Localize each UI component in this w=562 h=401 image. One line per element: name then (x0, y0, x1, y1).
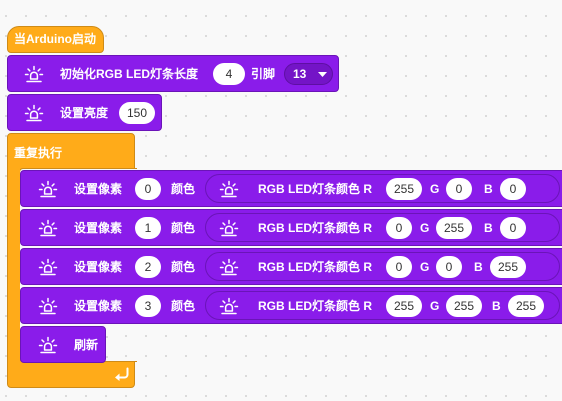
light-bulb-icon (35, 293, 61, 319)
light-bulb-icon (35, 332, 61, 358)
light-bulb-icon (35, 254, 61, 280)
set-pixel-label: 设置像素 (74, 260, 123, 274)
blue-input[interactable]: 255 (508, 295, 544, 317)
green-label: G (420, 260, 430, 274)
rgb-color-reporter[interactable]: RGB LED灯条颜色 R 255 G 0 B 0 (205, 174, 560, 203)
green-input[interactable]: 0 (436, 256, 462, 278)
rgb-label: RGB LED灯条颜色 R (258, 299, 373, 313)
green-label: G (430, 182, 440, 196)
init-rgb-led-strip-block[interactable]: 初始化RGB LED灯条长度 4 引脚 13 (7, 55, 339, 92)
red-input[interactable]: 0 (386, 256, 412, 278)
hat-block-label: 当Arduino启动 (14, 32, 96, 46)
set-pixel-color-block[interactable]: 设置像素 0 颜色 RGB LED灯条颜色 R 255 G 0 B 0 (20, 170, 562, 207)
light-bulb-icon (21, 100, 47, 126)
pin-value: 13 (293, 67, 307, 81)
pin-dropdown[interactable]: 13 (284, 63, 333, 85)
blue-input[interactable]: 0 (500, 178, 526, 200)
light-bulb-icon (35, 215, 61, 241)
rgb-label: RGB LED灯条颜色 R (258, 260, 373, 274)
set-pixel-color-block[interactable]: 设置像素 2 颜色 RGB LED灯条颜色 R 0 G 0 B 255 (20, 248, 562, 285)
light-bulb-icon (216, 293, 242, 319)
strip-length-input[interactable]: 4 (213, 63, 245, 85)
blue-label: B (484, 182, 493, 196)
green-input[interactable]: 255 (446, 295, 482, 317)
color-label: 颜色 (171, 182, 196, 196)
pixel-index-input[interactable]: 0 (135, 178, 161, 200)
green-input[interactable]: 0 (446, 178, 472, 200)
color-label: 颜色 (171, 260, 196, 274)
green-label: G (420, 221, 430, 235)
set-pixel-label: 设置像素 (74, 299, 123, 313)
loop-arrow-icon (115, 367, 129, 381)
blue-label: B (474, 260, 483, 274)
init-block-label: 初始化RGB LED灯条长度 (60, 67, 199, 81)
triangle-down-icon (318, 72, 327, 77)
refresh-block[interactable]: 刷新 (20, 326, 106, 363)
color-label: 颜色 (171, 299, 196, 313)
light-bulb-icon (216, 254, 242, 280)
blue-input[interactable]: 255 (490, 256, 526, 278)
green-label: G (430, 299, 440, 313)
set-pixel-label: 设置像素 (74, 182, 123, 196)
blue-input[interactable]: 0 (500, 217, 526, 239)
color-label: 颜色 (171, 221, 196, 235)
set-pixel-label: 设置像素 (74, 221, 123, 235)
rgb-label: RGB LED灯条颜色 R (258, 182, 373, 196)
red-input[interactable]: 255 (386, 178, 422, 200)
red-input[interactable]: 0 (386, 217, 412, 239)
light-bulb-icon (35, 176, 61, 202)
rgb-color-reporter[interactable]: RGB LED灯条颜色 R 0 G 255 B 0 (205, 213, 560, 242)
set-brightness-block[interactable]: 设置亮度 150 (7, 94, 162, 131)
light-bulb-icon (216, 176, 242, 202)
pixel-index-input[interactable]: 2 (135, 256, 161, 278)
light-bulb-icon (216, 215, 242, 241)
blue-label: B (484, 221, 493, 235)
when-arduino-starts-hat-block[interactable]: 当Arduino启动 (7, 26, 104, 53)
green-input[interactable]: 255 (436, 217, 472, 239)
pixel-index-input[interactable]: 1 (135, 217, 161, 239)
refresh-label: 刷新 (74, 338, 99, 352)
pin-label: 引脚 (251, 67, 276, 81)
rgb-color-reporter[interactable]: RGB LED灯条颜色 R 255 G 255 B 255 (205, 291, 560, 320)
set-pixel-color-block[interactable]: 设置像素 1 颜色 RGB LED灯条颜色 R 0 G 255 B 0 (20, 209, 562, 246)
loop-label: 重复执行 (14, 146, 63, 160)
pixel-index-input[interactable]: 3 (135, 295, 161, 317)
set-pixel-color-block[interactable]: 设置像素 3 颜色 RGB LED灯条颜色 R 255 G 255 B 255 (20, 287, 562, 324)
brightness-label: 设置亮度 (60, 106, 109, 120)
rgb-color-reporter[interactable]: RGB LED灯条颜色 R 0 G 0 B 255 (205, 252, 560, 281)
light-bulb-icon (21, 61, 47, 87)
blue-label: B (492, 299, 501, 313)
rgb-label: RGB LED灯条颜色 R (258, 221, 373, 235)
red-input[interactable]: 255 (386, 295, 422, 317)
brightness-input[interactable]: 150 (119, 102, 155, 124)
